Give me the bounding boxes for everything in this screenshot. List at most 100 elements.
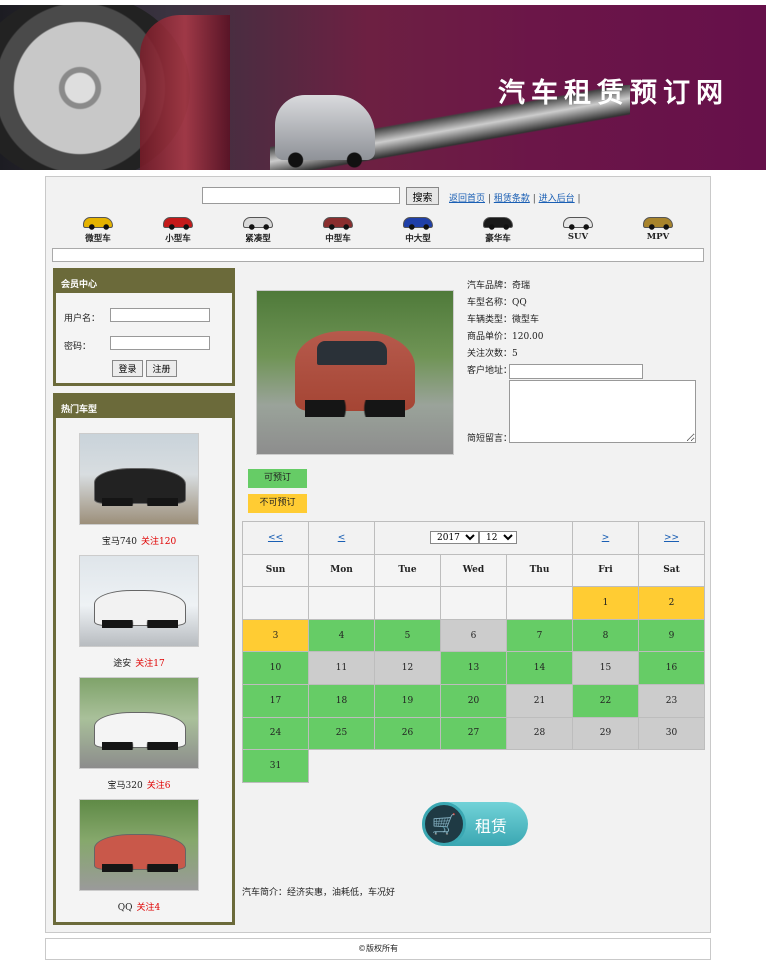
calendar-week-row: 12 [242, 586, 705, 620]
calendar-day[interactable]: 17 [242, 683, 309, 718]
top-links: 返回首页 | 租赁条款 | 进入后台 | [449, 191, 581, 204]
calendar-day[interactable]: 6 [440, 618, 507, 653]
hot-model-name[interactable]: 宝马320 [108, 781, 143, 791]
car-window [317, 341, 387, 365]
calendar-day[interactable]: 16 [638, 651, 705, 685]
category-4[interactable]: 中大型 [388, 217, 448, 244]
calendar-day[interactable]: 31 [242, 749, 309, 783]
calendar-day[interactable]: 27 [440, 716, 507, 751]
hot-model-photo[interactable] [79, 799, 199, 891]
link-separator: | [532, 194, 536, 204]
hot-model-item[interactable]: QQ 关注4 [79, 799, 199, 913]
username-field[interactable] [110, 308, 210, 322]
hot-model-follow-count: 关注120 [141, 537, 177, 547]
car-body-graphic [140, 15, 230, 170]
calendar-day[interactable]: 29 [572, 716, 639, 751]
car-intro: 汽车简介：经济实惠，油耗低，车况好 [242, 888, 396, 898]
calendar-day[interactable]: 18 [308, 683, 375, 718]
calendar-day[interactable]: 19 [374, 683, 441, 718]
calendar-blank [309, 750, 375, 783]
calendar-day[interactable]: 3 [242, 618, 309, 653]
category-6[interactable]: SUV [548, 217, 608, 242]
year-select[interactable]: 2017 [430, 531, 479, 545]
message-field[interactable] [509, 380, 696, 443]
calendar-day[interactable]: 10 [242, 651, 309, 685]
calendar-day[interactable]: 25 [308, 716, 375, 751]
calendar-week-row: 3456789 [242, 618, 705, 653]
calendar-day[interactable]: 20 [440, 683, 507, 718]
calendar-week-row: 31 [242, 749, 705, 783]
car-icon [163, 217, 193, 230]
calendar-day[interactable]: 28 [506, 716, 573, 751]
calendar-day[interactable]: 21 [506, 683, 573, 718]
password-field[interactable] [110, 336, 210, 350]
hot-model-item[interactable]: 宝马740 关注120 [79, 433, 199, 547]
calendar-day[interactable]: 13 [440, 651, 507, 685]
category-5[interactable]: 豪华车 [468, 217, 528, 244]
calendar-day[interactable]: 22 [572, 683, 639, 718]
site-title: 汽车租赁预订网 [498, 78, 729, 109]
hot-model-name[interactable]: 途安 [113, 659, 131, 669]
category-0[interactable]: 微型车 [68, 217, 128, 244]
weekday-header: Thu [506, 553, 573, 588]
hot-model-caption: 途安 关注17 [79, 656, 199, 669]
username-label: 用户名： [64, 314, 101, 324]
category-1[interactable]: 小型车 [148, 217, 208, 244]
calendar-day[interactable]: 9 [638, 618, 705, 653]
hot-model-photo[interactable] [79, 677, 199, 769]
category-label: 中型车 [325, 234, 351, 244]
calendar-day[interactable]: 15 [572, 651, 639, 685]
calendar-day[interactable]: 14 [506, 651, 573, 685]
rent-button[interactable]: 🛒 租赁 [422, 802, 528, 846]
hot-model-photo[interactable] [79, 433, 199, 525]
category-7[interactable]: MPV [628, 217, 688, 242]
calendar-day[interactable]: 12 [374, 651, 441, 685]
link-separator: | [577, 194, 581, 204]
calendar-day[interactable]: 26 [374, 716, 441, 751]
prev-year-link[interactable]: << [268, 533, 283, 543]
calendar-day[interactable]: 7 [506, 618, 573, 653]
car-photo [256, 290, 454, 455]
prev-month-link[interactable]: < [338, 533, 346, 543]
category-label: 中大型 [405, 234, 431, 244]
weekday-header: Tue [374, 553, 441, 588]
category-3[interactable]: 中型车 [308, 217, 368, 244]
address-field[interactable] [509, 364, 643, 379]
car-price: 商品单价：120.00 [467, 332, 544, 342]
hot-model-follow-count: 关注17 [135, 659, 165, 669]
car-model: 车型名称：QQ [467, 298, 527, 308]
home-link[interactable]: 返回首页 [449, 194, 485, 204]
month-select[interactable]: 12 [479, 531, 517, 545]
calendar-blank [441, 750, 507, 783]
hot-model-name[interactable]: 宝马740 [102, 537, 137, 547]
admin-link[interactable]: 进入后台 [539, 194, 575, 204]
register-button[interactable]: 注册 [146, 360, 177, 377]
hot-model-photo[interactable] [79, 555, 199, 647]
calendar-day[interactable]: 2 [638, 586, 705, 620]
search-button[interactable]: 搜索 [406, 187, 439, 205]
hot-model-item[interactable]: 途安 关注17 [79, 555, 199, 669]
hot-model-item[interactable]: 宝马320 关注6 [79, 677, 199, 791]
calendar-day[interactable]: 8 [572, 618, 639, 653]
calendar-day[interactable]: 30 [638, 716, 705, 751]
calendar-day[interactable]: 1 [572, 586, 639, 620]
next-month-link[interactable]: > [602, 533, 610, 543]
hot-model-name[interactable]: QQ [118, 903, 133, 913]
search-input[interactable] [202, 187, 400, 204]
header-banner: 汽车租赁预订网 [0, 5, 766, 170]
hot-model-follow-count: 关注4 [136, 903, 161, 913]
next-year-link[interactable]: >> [664, 533, 679, 543]
calendar-day[interactable]: 11 [308, 651, 375, 685]
login-button[interactable]: 登录 [112, 360, 143, 377]
password-label: 密码： [64, 342, 92, 352]
terms-link[interactable]: 租赁条款 [494, 194, 530, 204]
calendar-empty-cell [374, 586, 441, 620]
calendar-day[interactable]: 23 [638, 683, 705, 718]
calendar-empty-cell [440, 586, 507, 620]
hot-model-follow-count: 关注6 [146, 781, 171, 791]
category-2[interactable]: 紧凑型 [228, 217, 288, 244]
calendar-day[interactable]: 4 [308, 618, 375, 653]
booking-calendar: << < 2017 12 > >> Sun Mon Tue Wed Thu Fri Sat 1… [242, 521, 705, 783]
calendar-day[interactable]: 5 [374, 618, 441, 653]
calendar-day[interactable]: 24 [242, 716, 309, 751]
